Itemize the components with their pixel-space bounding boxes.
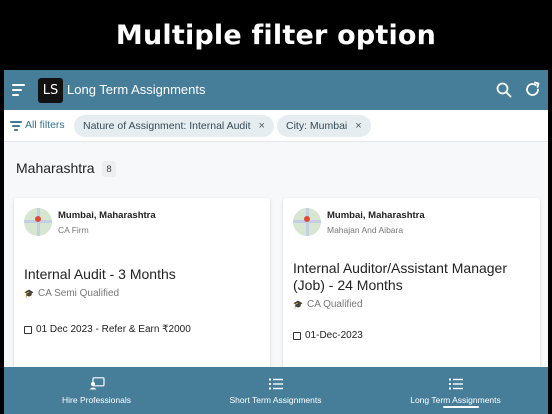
app-logo: LS: [38, 78, 63, 103]
close-icon[interactable]: ×: [259, 120, 265, 132]
calendar-icon: [293, 331, 301, 340]
nav-label: Long Term Assignments: [410, 394, 501, 405]
card-title-line-1: Internal Auditor/Assistant Manager: [293, 260, 508, 276]
hamburger-menu-icon[interactable]: [12, 84, 25, 96]
assignment-card[interactable]: Mumbai, Maharashtra Mahajan And Aibara I…: [283, 198, 540, 378]
app-bar: LS Long Term Assignments: [4, 70, 548, 110]
card-qualification: 🎓 CA Semi Qualified: [24, 288, 119, 299]
card-location: Mumbai, Maharashtra: [327, 210, 425, 221]
filter-chip-label: Nature of Assignment: Internal Audit: [83, 120, 251, 132]
filter-chip-city[interactable]: City: Mumbai ×: [277, 115, 371, 137]
qualification-label: CA Semi Qualified: [37, 288, 120, 299]
filter-chip-label: City: Mumbai: [286, 120, 348, 132]
assignment-card[interactable]: Mumbai, Maharashtra CA Firm Internal Aud…: [14, 198, 270, 378]
nav-short-term-assignments[interactable]: Short Term Assignments: [185, 367, 366, 414]
filter-icon[interactable]: [10, 121, 22, 131]
card-qualification: 🎓 CA Qualified: [293, 299, 363, 310]
card-date: 01-Dec-2023: [293, 330, 363, 341]
section-title: Maharashtra: [16, 160, 95, 176]
date-label: 01-Dec-2023: [305, 330, 363, 341]
count-badge: 8: [102, 161, 116, 177]
card-location: Mumbai, Maharashtra: [58, 210, 156, 221]
card-date: 01 Dec 2023 - Refer & Earn ₹2000: [24, 324, 191, 335]
calendar-icon: [24, 325, 32, 334]
qualification-label: CA Qualified: [306, 299, 363, 310]
nav-label: Short Term Assignments: [229, 394, 322, 405]
card-firm: CA Firm: [58, 225, 89, 235]
card-firm: Mahajan And Aibara: [327, 225, 404, 235]
date-label: 01 Dec 2023 - Refer & Earn ₹2000: [36, 324, 191, 335]
refresh-icon[interactable]: [524, 81, 541, 98]
search-icon[interactable]: [496, 82, 512, 98]
banner-title: Multiple filter option: [115, 19, 437, 51]
nav-hire-professionals[interactable]: Hire Professionals: [6, 367, 187, 414]
close-icon[interactable]: ×: [355, 120, 361, 132]
card-title: Internal Audit - 3 Months: [24, 266, 176, 282]
map-thumbnail-icon: [293, 208, 321, 236]
hire-professionals-icon: [89, 377, 105, 391]
list-icon: [268, 377, 283, 391]
promo-banner: Multiple filter option: [0, 0, 552, 70]
filter-bar: All filters Nature of Assignment: Intern…: [4, 110, 548, 142]
app-title: Long Term Assignments: [67, 82, 206, 97]
list-icon: [448, 377, 463, 391]
nav-label: Hire Professionals: [62, 394, 131, 405]
graduation-cap-icon: 🎓: [24, 289, 34, 298]
card-title-line-2: (Job) - 24 Months: [293, 277, 403, 293]
map-thumbnail-icon: [24, 208, 52, 236]
app-screen: LS Long Term Assignments All filters Nat…: [4, 70, 548, 414]
graduation-cap-icon: 🎓: [293, 300, 303, 309]
filter-chip-nature-of-assignment[interactable]: Nature of Assignment: Internal Audit ×: [74, 115, 274, 137]
all-filters-button[interactable]: All filters: [25, 119, 65, 131]
bottom-navigation: Hire Professionals Short Term Assignment…: [4, 367, 548, 414]
active-tab-indicator: [443, 406, 479, 408]
